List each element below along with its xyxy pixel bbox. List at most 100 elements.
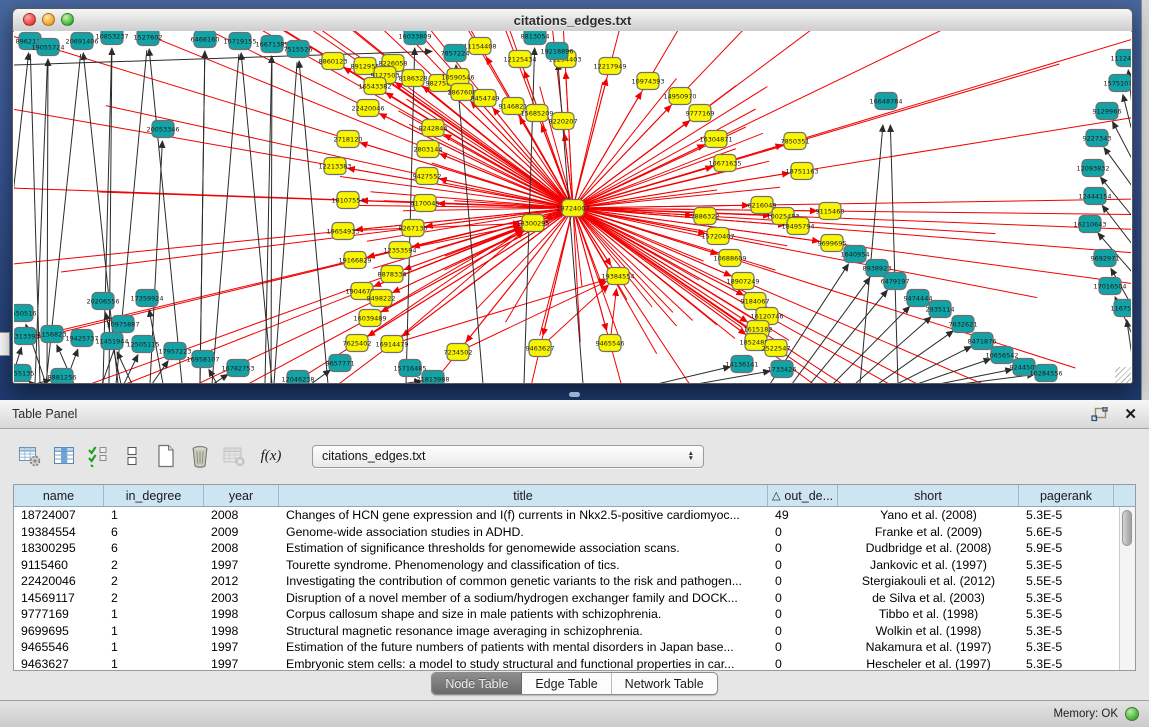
graph-node-label: 1615182: [744, 325, 773, 333]
table-panel-title: Table Panel: [12, 407, 77, 421]
graph-node-label: 17957223: [158, 347, 191, 355]
background-window-sliver: [0, 332, 10, 356]
window-resize-grip[interactable]: [1115, 367, 1131, 383]
graph-node-label: 1156823: [38, 330, 67, 338]
sort-ascending-icon: △: [772, 489, 780, 502]
table-row[interactable]: 911546021997Tourette syndrome. Phenomeno…: [14, 557, 1135, 574]
column-header-out_de[interactable]: △out_de...: [768, 485, 838, 506]
table-row[interactable]: 1456911722003Disruption of a novel membe…: [14, 590, 1135, 607]
application-window: citations_edges.txt 18724007183002951938…: [0, 0, 1149, 727]
citation-network-graph[interactable]: 1872400718300295193845548860123891295582…: [14, 31, 1131, 383]
citation-edge: [1127, 320, 1131, 356]
table-cell: 19384554: [14, 524, 104, 541]
delete-rows-button[interactable]: [186, 442, 214, 470]
citation-edge: [1102, 206, 1131, 244]
column-header-name[interactable]: name: [14, 485, 104, 506]
graph-node-label: 20691406: [65, 37, 98, 45]
graph-node-label: 19384554: [601, 272, 634, 280]
table-row[interactable]: 946554611997Estimation of the future num…: [14, 639, 1135, 656]
table-cell: 18300295: [14, 540, 104, 557]
select-column-button[interactable]: [50, 442, 78, 470]
table-row[interactable]: 2242004622012Investigating the contribut…: [14, 573, 1135, 590]
graph-node-label: 7850351: [781, 137, 810, 145]
minimize-window-button[interactable]: [42, 13, 55, 26]
citation-edge: [1113, 122, 1131, 159]
citation-edge: [149, 49, 182, 383]
split-pane-handle[interactable]: [569, 392, 580, 397]
tab-node-table[interactable]: Node Table: [432, 673, 522, 694]
graph-node-label: 12046238: [281, 375, 314, 383]
table-select-dropdown[interactable]: citations_edges.txt ▲▼: [312, 445, 704, 468]
table-row[interactable]: 1830029562008Estimation of significance …: [14, 540, 1135, 557]
citation-edge: [697, 371, 770, 383]
close-panel-icon[interactable]: ✕: [1124, 405, 1137, 423]
memory-status-label: Memory: OK: [1053, 708, 1118, 720]
graph-node-label: 2718120: [334, 135, 363, 143]
column-header-title[interactable]: title: [279, 485, 768, 506]
citation-edge: [444, 31, 1030, 270]
function-builder-button[interactable]: f(x): [254, 442, 288, 470]
zoom-window-button[interactable]: [61, 13, 74, 26]
table-scrollbar[interactable]: [1119, 507, 1135, 670]
table-cell: Dudbridge et al. (2008): [838, 540, 1019, 557]
table-cell: 2: [104, 590, 204, 607]
graph-node-label: 16782753: [221, 364, 254, 372]
graph-node-label: 3313393: [14, 332, 39, 340]
graph-node-label: 10719155: [223, 37, 256, 45]
column-visibility-button[interactable]: [84, 442, 112, 470]
citation-edge: [566, 72, 573, 208]
table-settings-button[interactable]: [16, 442, 44, 470]
column-header-short[interactable]: short: [838, 485, 1019, 506]
table-cell: 0: [768, 540, 838, 557]
graph-node-label: 16120746: [750, 312, 783, 320]
table-cell: 5.3E-5: [1019, 623, 1114, 640]
tab-network-table[interactable]: Network Table: [612, 673, 717, 694]
new-table-button[interactable]: [152, 442, 180, 470]
table-row[interactable]: 1938455462009Genome-wide association stu…: [14, 524, 1135, 541]
table-cell: 1998: [204, 606, 279, 623]
graph-node-label: 4170045: [411, 199, 440, 207]
table-row[interactable]: 977716911998Corpus callosum shape and si…: [14, 606, 1135, 623]
table-cell: 1997: [204, 557, 279, 574]
graph-node-label: 8881256: [48, 373, 77, 381]
table-row[interactable]: 946362711997Embryonic stem cells: a mode…: [14, 656, 1135, 672]
graph-node-label: 20053346: [146, 125, 179, 133]
graph-node-label: 19166829: [338, 256, 371, 264]
citation-edge: [342, 205, 1131, 217]
table-cell: Tibbo et al. (1998): [838, 606, 1019, 623]
citation-edge: [456, 65, 483, 383]
graph-node-label: 9692971: [1091, 254, 1120, 262]
graph-node-label: 6216049: [748, 201, 777, 209]
graph-node-label: 9777169: [686, 109, 715, 117]
table-scrollbar-thumb[interactable]: [1122, 510, 1132, 546]
delete-table-button[interactable]: [220, 442, 248, 470]
table-cell: Genome-wide association studies in ADHD.: [279, 524, 768, 541]
graph-node-label: 16543382: [358, 82, 391, 90]
table-cell: Investigating the contribution of common…: [279, 573, 768, 590]
graph-node-label: 12444154: [1078, 192, 1111, 200]
graph-node-label: 22420046: [351, 104, 384, 112]
network-canvas[interactable]: 1872400718300295193845548860123891295582…: [14, 31, 1131, 383]
graph-node-label: 8471876: [968, 337, 997, 345]
graph-node-label: 8267130: [399, 224, 428, 232]
table-row[interactable]: 1872400712008Changes of HCN gene express…: [14, 507, 1135, 524]
table-row[interactable]: 969969511998Structural magnetic resonanc…: [14, 623, 1135, 640]
row-height-button[interactable]: [118, 442, 146, 470]
table-cell: 9115460: [14, 557, 104, 574]
column-header-pagerank[interactable]: pagerank: [1019, 485, 1114, 506]
tab-edge-table[interactable]: Edge Table: [522, 673, 611, 694]
table-select-value: citations_edges.txt: [322, 449, 426, 463]
column-header-in_degree[interactable]: in_degree: [104, 485, 204, 506]
column-header-year[interactable]: year: [204, 485, 279, 506]
graph-node-label: 2522547: [762, 344, 791, 352]
graph-node-label: 12125434: [503, 55, 536, 63]
memory-status-indicator[interactable]: [1125, 707, 1139, 721]
table-cell: Corpus callosum shape and size in male p…: [279, 606, 768, 623]
close-window-button[interactable]: [23, 13, 36, 26]
table-cell: 9465546: [14, 639, 104, 656]
float-panel-icon[interactable]: [1091, 407, 1108, 422]
table-cell: 5.9E-5: [1019, 540, 1114, 557]
graph-node-label: 18724007: [556, 204, 589, 212]
graph-node-label: 10688609: [713, 254, 746, 262]
network-window-titlebar[interactable]: citations_edges.txt: [13, 9, 1132, 32]
